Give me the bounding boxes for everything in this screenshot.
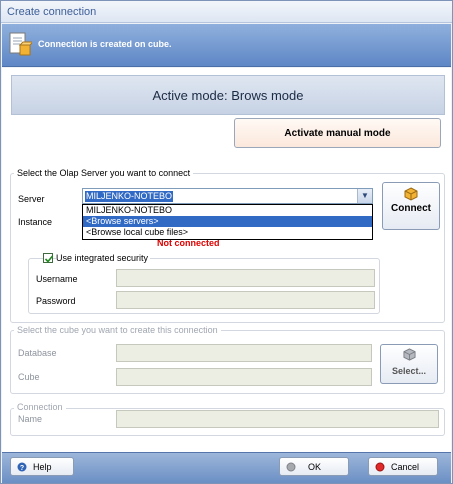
dialog-footer: ? Help OK Cancel	[2, 452, 451, 483]
server-combobox[interactable]: MILJENKO-NOTEBO ▼	[82, 188, 373, 204]
username-field[interactable]	[116, 269, 375, 287]
help-button-label: Help	[33, 462, 52, 472]
database-field[interactable]	[116, 344, 372, 362]
connection-group-legend: Connection	[14, 402, 66, 412]
mode-title: Active mode: Brows mode	[152, 88, 304, 103]
create-connection-dialog: Create connection Connection is created …	[0, 0, 453, 484]
integrated-security-checkbox[interactable]	[43, 253, 54, 263]
dialog-content: Active mode: Brows mode Activate manual …	[2, 68, 451, 452]
connect-button-label: Connect	[391, 203, 431, 214]
info-banner: Connection is created on cube.	[2, 24, 451, 67]
checkmark-icon	[44, 255, 54, 263]
username-label: Username	[36, 274, 78, 284]
red-dot-icon	[375, 462, 385, 472]
instance-label: Instance	[18, 217, 53, 227]
ok-button[interactable]: OK	[279, 457, 349, 476]
cube-grey-icon	[403, 348, 416, 361]
help-button[interactable]: ? Help	[10, 457, 74, 476]
integrated-security-label: Use integrated security	[56, 253, 151, 263]
title-bar: Create connection	[1, 1, 452, 23]
server-combobox-value: MILJENKO-NOTEBO	[85, 191, 174, 202]
help-icon: ?	[17, 462, 27, 472]
connect-button[interactable]: Connect	[382, 182, 440, 230]
ok-button-label: OK	[308, 462, 322, 472]
connection-document-icon	[9, 32, 32, 56]
cube-group-legend: Select the cube you want to create this …	[14, 325, 221, 335]
grey-dot-icon	[286, 462, 296, 472]
server-option[interactable]: <Browse local cube files>	[83, 227, 372, 238]
server-option[interactable]: MILJENKO-NOTEBO	[83, 205, 372, 216]
cancel-button[interactable]: Cancel	[368, 457, 438, 476]
server-option-selected[interactable]: <Browse servers>	[83, 216, 372, 227]
connection-name-field[interactable]	[116, 410, 439, 428]
cancel-button-label: Cancel	[391, 462, 420, 472]
mode-header: Active mode: Brows mode	[11, 75, 445, 115]
chevron-down-icon[interactable]: ▼	[357, 189, 372, 203]
window-title: Create connection	[7, 6, 97, 18]
select-cube-button[interactable]: Select...	[380, 344, 438, 384]
banner-text: Connection is created on cube.	[38, 39, 172, 49]
server-dropdown-list: MILJENKO-NOTEBO <Browse servers> <Browse…	[82, 204, 373, 240]
password-field[interactable]	[116, 291, 375, 309]
cube-label: Cube	[18, 372, 40, 382]
select-cube-label: Select...	[391, 366, 427, 376]
password-label: Password	[36, 296, 76, 306]
svg-text:?: ?	[20, 465, 24, 472]
database-label: Database	[18, 348, 57, 358]
cube-field[interactable]	[116, 368, 372, 386]
name-label: Name	[18, 414, 43, 424]
cube-icon	[404, 187, 418, 201]
server-label: Server	[18, 194, 45, 204]
activate-manual-mode-button[interactable]: Activate manual mode	[234, 118, 441, 148]
server-group-legend: Select the Olap Server you want to conne…	[14, 168, 194, 178]
